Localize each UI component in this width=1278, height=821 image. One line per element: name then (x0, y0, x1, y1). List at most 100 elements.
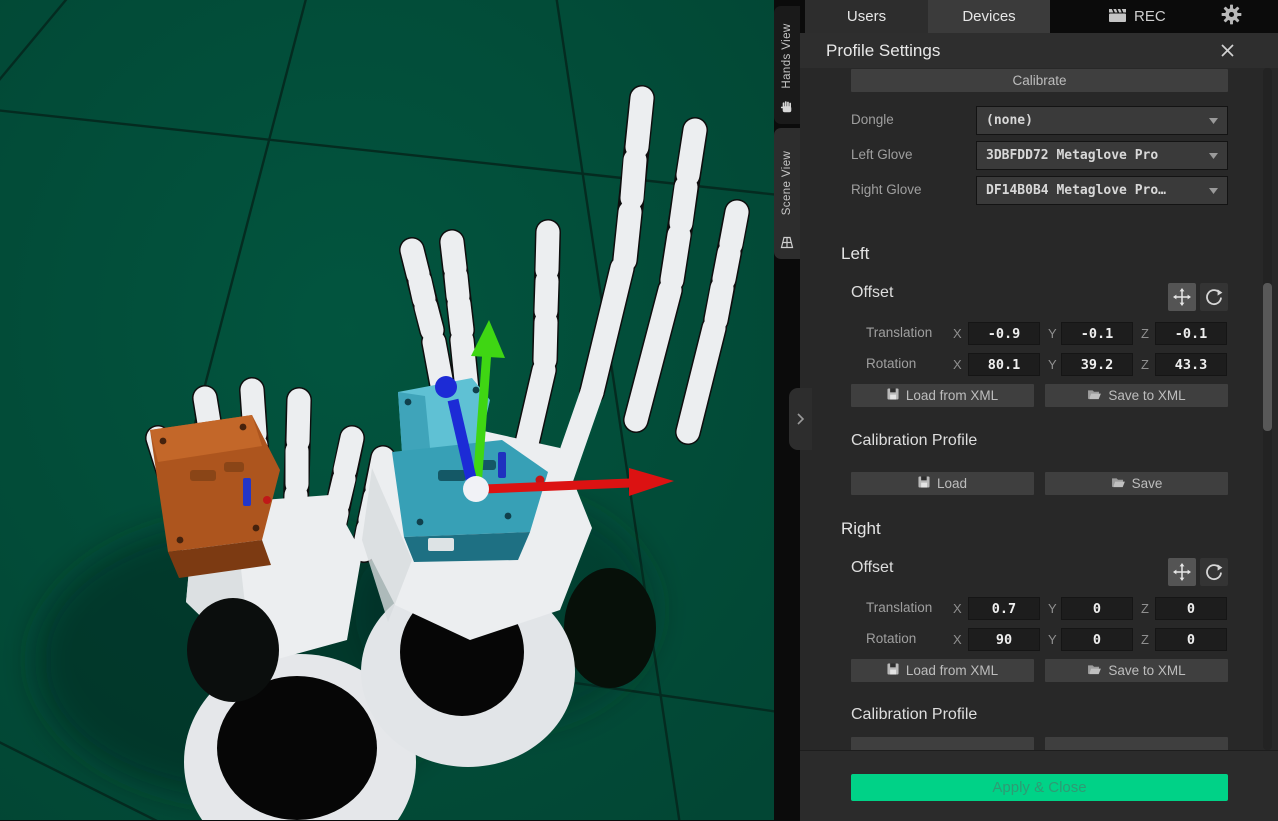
profile-settings-header: Profile Settings (800, 33, 1278, 68)
left-load-xml-label: Load from XML (906, 388, 998, 403)
left-offset-heading: Offset (851, 284, 893, 302)
axis-y-label: Y (1048, 357, 1057, 372)
panel-scrollbar-track[interactable] (1263, 68, 1272, 750)
folder-icon (1087, 663, 1101, 678)
right-translation-x-input[interactable]: 0.7 (968, 597, 1040, 620)
dongle-select[interactable]: (none) (976, 106, 1228, 135)
axis-y-label: Y (1048, 326, 1057, 341)
left-glove-device (150, 415, 280, 578)
left-rotation-y-input[interactable]: 39.2 (1061, 353, 1133, 376)
left-translation-y-input[interactable]: -0.1 (1061, 322, 1133, 345)
panel-collapse-handle[interactable] (789, 388, 812, 450)
tab-users[interactable]: Users (805, 0, 928, 33)
right-translation-z-input[interactable]: 0 (1155, 597, 1227, 620)
left-calibration-load-button[interactable]: Load (851, 472, 1034, 495)
left-calibration-save-label: Save (1132, 476, 1163, 491)
panel-scrollbar-thumb[interactable] (1263, 283, 1272, 431)
right-translation-label: Translation (866, 600, 932, 615)
axis-x-label: X (953, 357, 962, 372)
left-calibration-heading: Calibration Profile (851, 432, 977, 450)
chevron-down-icon (1209, 188, 1218, 194)
axis-y-label: Y (1048, 601, 1057, 616)
left-section-heading: Left (841, 244, 869, 264)
left-rotate-mode-button[interactable] (1200, 283, 1228, 311)
gizmo-origin-handle[interactable] (463, 476, 489, 502)
left-translation-x-input[interactable]: -0.9 (968, 322, 1040, 345)
3d-viewport[interactable] (0, 0, 774, 820)
rec-button[interactable]: REC (1108, 0, 1166, 33)
scene-grid-icon (779, 236, 796, 254)
right-offset-heading: Offset (851, 559, 893, 577)
left-calibration-load-label: Load (937, 476, 967, 491)
left-translation-z-input[interactable]: -0.1 (1155, 322, 1227, 345)
right-glove-label: Right Glove (851, 182, 922, 197)
axis-x-label: X (953, 326, 962, 341)
axis-z-label: Z (1141, 601, 1149, 616)
right-rotation-y-input[interactable]: 0 (1061, 628, 1133, 651)
hand-icon (780, 99, 795, 119)
right-rotate-mode-button[interactable] (1200, 558, 1228, 586)
rotate-icon (1205, 288, 1223, 306)
chevron-down-icon (1209, 153, 1218, 159)
left-rotation-z-input[interactable]: 43.3 (1155, 353, 1227, 376)
folder-icon (1087, 388, 1101, 403)
tab-hands-view[interactable]: Hands View (774, 6, 800, 124)
page-title: Profile Settings (826, 41, 940, 61)
apply-close-button[interactable]: Apply & Close (851, 774, 1228, 801)
right-glove-select[interactable]: DF14B0B4 Metaglove Pro… (976, 176, 1228, 205)
tab-scene-view[interactable]: Scene View (774, 128, 800, 259)
settings-gear-button[interactable] (1221, 0, 1242, 33)
right-rotation-x-input[interactable]: 90 (968, 628, 1040, 651)
left-glove-select[interactable]: 3DBFDD72 Metaglove Pro (976, 141, 1228, 170)
axis-z-label: Z (1141, 632, 1149, 647)
gear-icon (1221, 4, 1242, 30)
dongle-label: Dongle (851, 112, 894, 127)
left-calibration-save-button[interactable]: Save (1045, 472, 1228, 495)
left-save-xml-button[interactable]: Save to XML (1045, 384, 1228, 407)
axis-z-label: Z (1141, 326, 1149, 341)
close-icon (1220, 43, 1235, 58)
scene-view-label: Scene View (781, 151, 793, 216)
right-glove-value: DF14B0B4 Metaglove Pro… (986, 183, 1166, 198)
tab-devices[interactable]: Devices (928, 0, 1050, 33)
left-save-xml-label: Save to XML (1108, 388, 1185, 403)
tab-devices-label: Devices (962, 8, 1015, 25)
left-rotation-x-input[interactable]: 80.1 (968, 353, 1040, 376)
panel-top-tabbar: Users Devices REC (800, 0, 1278, 33)
axis-z-label: Z (1141, 357, 1149, 372)
left-rotation-label: Rotation (866, 356, 916, 371)
clapperboard-icon (1108, 7, 1127, 27)
right-calibration-heading: Calibration Profile (851, 706, 977, 724)
axis-y-label: Y (1048, 632, 1057, 647)
calibrate-button[interactable]: Calibrate (851, 69, 1228, 92)
calibrate-label: Calibrate (1012, 73, 1066, 88)
chevron-right-icon (796, 412, 805, 426)
axis-x-label: X (953, 632, 962, 647)
right-rotation-z-input[interactable]: 0 (1155, 628, 1227, 651)
viewport-canvas[interactable] (0, 0, 774, 820)
left-load-xml-button[interactable]: Load from XML (851, 384, 1034, 407)
right-translation-y-input[interactable]: 0 (1061, 597, 1133, 620)
apply-close-label: Apply & Close (992, 779, 1086, 796)
panel-bottom-bar: Apply & Close (800, 750, 1278, 821)
tab-users-label: Users (847, 8, 886, 25)
right-section-heading: Right (841, 519, 881, 539)
rec-label: REC (1134, 8, 1166, 25)
left-glove-value: 3DBFDD72 Metaglove Pro (986, 148, 1158, 163)
hands-view-label: Hands View (781, 23, 793, 88)
right-save-xml-label: Save to XML (1108, 663, 1185, 678)
chevron-down-icon (1209, 118, 1218, 124)
move-icon (1173, 288, 1191, 306)
close-button[interactable] (1220, 43, 1235, 58)
right-load-xml-label: Load from XML (906, 663, 998, 678)
right-rotation-label: Rotation (866, 631, 916, 646)
floppy-icon (887, 388, 899, 403)
left-translation-label: Translation (866, 325, 932, 340)
floppy-icon (918, 476, 930, 491)
left-translate-mode-button[interactable] (1168, 283, 1196, 311)
right-translate-mode-button[interactable] (1168, 558, 1196, 586)
right-save-xml-button[interactable]: Save to XML (1045, 659, 1228, 682)
left-glove-label: Left Glove (851, 147, 913, 162)
right-load-xml-button[interactable]: Load from XML (851, 659, 1034, 682)
floppy-icon (887, 663, 899, 678)
